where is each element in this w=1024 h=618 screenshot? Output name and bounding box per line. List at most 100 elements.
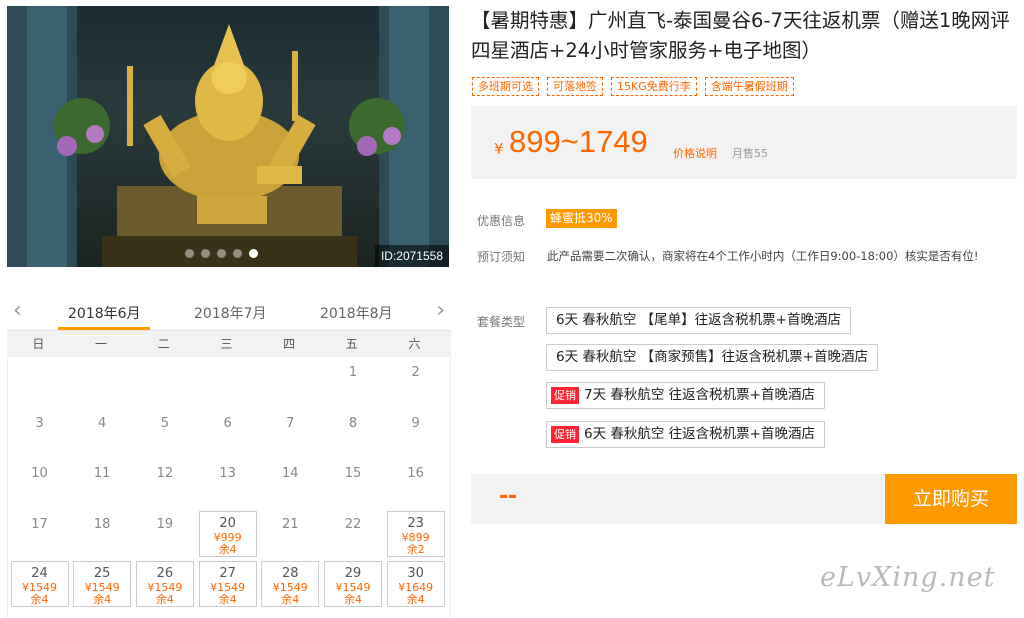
calendar-day-available[interactable]: 28 ¥1549 余4 [261,561,320,607]
weekday-label: 一 [95,337,108,351]
package-option-sale[interactable]: 促销 6天 春秋航空 往返含税机票+首晚酒店 [546,421,825,448]
total-price: -- [499,484,518,509]
calendar-day: 1 [324,361,382,407]
day-number: 25 [93,566,111,581]
carousel-dot[interactable] [233,249,242,258]
day-number: 19 [156,516,174,532]
feature-tag: 多班期可选 [472,77,539,96]
day-number: 26 [156,566,174,581]
promo-label: 优惠信息 [477,214,526,228]
feature-tag: 15KG免费行李 [611,77,697,96]
product-hero-image[interactable]: ID:2071558 [7,6,449,267]
price-range: 899~1749 [509,124,648,159]
calendar-day: 9 [387,412,445,458]
day-number: 17 [31,516,48,532]
golden-buddha-shrine-illustration [7,6,449,267]
carousel-dots [185,249,258,258]
calendar-day: 19 [136,513,194,559]
feature-tag: 可落地签 [547,77,603,96]
calendar-day: 14 [261,462,319,508]
month-tabs: ‹ 2018年6月 2018年7月 2018年8月 › [7,295,451,331]
calendar-day: 6 [199,412,257,458]
package-option-label: 6天 春秋航空 【尾单】往返含税机票+首晚酒店 [556,312,841,328]
day-number: 15 [344,466,362,481]
weekday-label: 五 [345,337,358,351]
next-month-arrow-icon[interactable]: › [436,299,445,323]
calendar-day-available[interactable]: 23 ¥899 余2 [386,510,445,557]
sale-badge: 促销 [551,426,579,443]
weekday-header: 日 一 二 三 四 五 六 [7,331,451,357]
notice-label: 预订须知 [477,250,526,264]
calendar-day: 17 [11,513,69,559]
calendar-day: 21 [261,513,319,559]
calendar-day-available[interactable]: 26 ¥1549 余4 [135,561,194,607]
calendar-day-grid: 1 2 3 4 5 6 7 8 9 10 11 12 13 14 15 16 17 18 19 20 ¥999 余4 21 2… [7,357,451,618]
carousel-dot-active[interactable] [249,249,258,258]
price-panel: ¥ 899~1749 价格说明 月售55 [471,106,1017,179]
day-number: 29 [344,566,362,581]
day-number: 22 [344,516,362,532]
carousel-dot[interactable] [217,249,226,258]
day-stock: 余4 [155,593,174,606]
package-option-sale[interactable]: 促销 7天 春秋航空 往返含税机票+首晚酒店 [546,382,825,409]
day-number: 6 [223,415,232,431]
calendar-day: 8 [324,412,382,458]
calendar-day: 15 [324,462,382,508]
calendar-day: 3 [11,412,69,458]
day-number: 14 [282,466,299,481]
calendar-day: 12 [136,462,194,508]
prev-month-arrow-icon[interactable]: ‹ [13,299,22,323]
day-number: 24 [31,566,48,581]
day-number: 10 [31,466,48,481]
calendar-day-available[interactable]: 30 ¥1649 余4 [386,561,445,607]
day-number: 16 [407,466,424,481]
day-number: 11 [93,466,111,481]
package-option[interactable]: 6天 春秋航空 【商家预售】往返含税机票+首晚酒店 [546,344,878,371]
weekday-label: 四 [283,337,296,351]
calendar-day-available[interactable]: 27 ¥1549 余4 [198,561,257,607]
day-number: 20 [219,515,236,531]
feature-tag: 含端午暑假班期 [704,77,794,96]
price-currency: ¥ [494,140,504,158]
day-number: 30 [407,566,424,581]
calendar-day-available[interactable]: 25 ¥1549 余4 [73,561,132,607]
product-id-badge: ID:2071558 [374,245,449,267]
tab-month-june[interactable]: 2018年6月 [68,303,141,323]
day-number: 23 [407,515,424,531]
watermark-logo: eLvXing.net [820,562,996,593]
day-number: 21 [282,516,299,532]
package-option-label: 6天 春秋航空 往返含税机票+首晚酒店 [584,426,815,442]
tab-month-august[interactable]: 2018年8月 [320,303,393,323]
carousel-dot[interactable] [185,249,194,258]
day-number: 5 [160,415,170,431]
calendar-day: 2 [387,361,445,407]
tab-month-july[interactable]: 2018年7月 [194,303,267,323]
day-number: 8 [348,415,358,431]
weekday-label: 三 [220,337,233,351]
package-option[interactable]: 6天 春秋航空 【尾单】往返含税机票+首晚酒店 [546,307,851,334]
day-number: 3 [35,415,44,431]
day-number: 9 [411,415,420,431]
weekday-label: 二 [157,337,170,351]
calendar-day: 4 [73,412,131,458]
calendar-day-available[interactable]: 24 ¥1549 余4 [10,561,69,607]
day-number: 7 [286,415,295,431]
day-stock: 余4 [218,593,237,606]
price-explanation-link[interactable]: 价格说明 [673,145,717,161]
day-stock: 余4 [93,593,112,606]
package-option-label: 6天 春秋航空 【商家预售】往返含税机票+首晚酒店 [556,349,868,365]
calendar-day-available[interactable]: 20 ¥999 余4 [198,510,257,557]
calendar-day: 22 [324,513,382,559]
day-number: 12 [156,466,174,481]
weekday-label: 六 [408,337,421,351]
calendar-day: 10 [11,462,69,508]
day-stock: 余4 [218,542,237,556]
day-stock: 余4 [344,593,362,606]
carousel-dot[interactable] [201,249,210,258]
buy-now-button[interactable]: 立即购买 [885,474,1017,524]
calendar-day-available[interactable]: 29 ¥1549 余4 [324,561,382,607]
product-title: 【暑期特惠】广州直飞-泰国曼谷6-7天往返机票（赠送1晚网评四星酒店+24小时管… [471,9,1010,62]
day-stock: 余4 [406,593,425,606]
day-stock: 余2 [406,542,425,556]
calendar-day: 7 [261,412,319,458]
